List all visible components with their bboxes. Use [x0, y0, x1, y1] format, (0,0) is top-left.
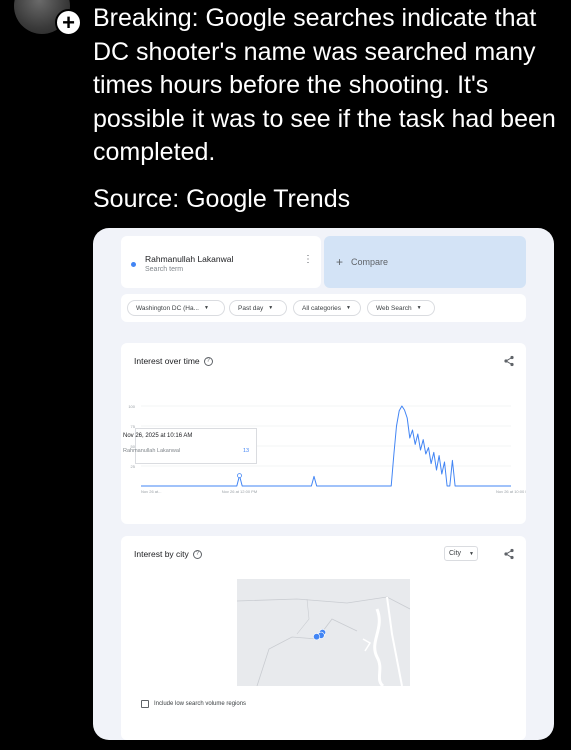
search-term-card: Rahmanullah Lakanwal Search term ⋮	[121, 236, 321, 288]
tooltip-date: Nov 26, 2025 at 10:16 AM	[123, 433, 193, 439]
filter-search-type: Web Search ▼	[367, 300, 435, 316]
card-title: Interest by city?	[134, 549, 202, 560]
card-title: Interest over time?	[134, 356, 213, 367]
share-icon	[504, 355, 514, 367]
low-volume-toggle: Include low search volume regions	[141, 700, 246, 708]
highlight-point	[237, 473, 242, 478]
tooltip-term: Rahmanullah Lakanwal	[123, 448, 181, 454]
region-map	[237, 579, 410, 686]
x-tick-label: Nov 26 at 10:00 PM	[496, 489, 526, 494]
filter-time: Past day ▼	[229, 300, 287, 316]
y-tick-label: 100	[128, 404, 135, 409]
post-text: Breaking: Google searches indicate that …	[93, 4, 556, 167]
dropdown-arrow-icon: ▼	[346, 305, 351, 311]
add-icon: +	[336, 255, 344, 269]
plus-icon[interactable]: +	[55, 9, 82, 36]
dropdown-arrow-icon: ▼	[268, 305, 274, 311]
filter-search-type-label: Web Search	[376, 304, 412, 312]
filter-bar: Washington DC (Ha... ▼ Past day ▼ All cate…	[121, 294, 526, 322]
city-select: City ▼	[444, 546, 478, 561]
more-vert-icon: ⋮	[303, 254, 313, 265]
term-subtitle: Search term	[145, 266, 184, 273]
city-select-label: City	[449, 550, 462, 557]
filter-time-label: Past day	[238, 304, 264, 312]
tooltip-value: 13	[243, 448, 250, 454]
dropdown-arrow-icon: ▼	[469, 551, 474, 557]
x-tick-label: Nov 26 at 12:00 PM	[222, 489, 257, 494]
compare-button: + Compare	[324, 236, 526, 288]
interest-by-city-title: Interest by city	[134, 549, 189, 559]
filter-category-label: All categories	[302, 304, 342, 312]
dropdown-arrow-icon: ▼	[203, 305, 209, 311]
filter-category: All categories ▼	[293, 300, 361, 316]
y-tick-label: 25	[131, 464, 136, 469]
interest-over-time-title: Interest over time	[134, 356, 200, 366]
map-pins	[313, 628, 327, 641]
term-color-dot	[131, 262, 136, 267]
dropdown-arrow-icon: ▼	[416, 305, 422, 311]
filter-region: Washington DC (Ha... ▼	[127, 300, 225, 316]
compare-label: Compare	[351, 257, 389, 267]
checkbox	[141, 700, 149, 708]
share-icon	[504, 548, 514, 560]
low-volume-label: Include low search volume regions	[154, 701, 247, 707]
help-icon: ?	[192, 550, 202, 560]
trends-screenshot[interactable]: Rahmanullah Lakanwal Search term ⋮ + Com…	[93, 228, 554, 740]
x-tick-label: Nov 26 at...	[141, 489, 161, 494]
help-icon: ?	[203, 357, 213, 367]
map-pin	[313, 633, 321, 641]
post-source: Source: Google Trends	[93, 185, 351, 213]
term-name: Rahmanullah Lakanwal	[145, 254, 234, 264]
filter-region-label: Washington DC (Ha...	[136, 304, 199, 312]
